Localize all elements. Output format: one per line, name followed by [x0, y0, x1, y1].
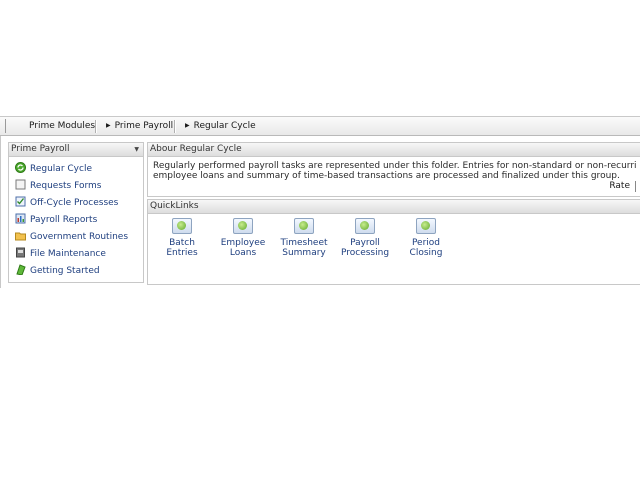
quicklinks-panel: QuickLinks Batch Entries Employee Loans …	[147, 199, 640, 285]
rate-divider	[635, 181, 636, 192]
breadcrumb-label: Prime Payroll	[114, 121, 174, 131]
quicklink-icon	[172, 218, 192, 234]
breadcrumb-prime-payroll[interactable]: ▶ Prime Payroll	[106, 117, 173, 135]
folder-icon	[15, 230, 26, 241]
about-description: Regularly performed payroll tasks are re…	[153, 161, 637, 181]
quicklink-period-closing[interactable]: Period Closing	[396, 218, 456, 258]
sidebar-item-label: Requests Forms	[30, 181, 102, 191]
sidebar-item-requests-forms[interactable]: Requests Forms	[15, 179, 101, 193]
sidebar-item-file-maintenance[interactable]: File Maintenance	[15, 247, 106, 261]
quicklink-label: Timesheet	[280, 238, 328, 248]
sidebar-item-regular-cycle[interactable]: Regular Cycle	[15, 162, 92, 176]
dropdown-arrow-icon[interactable]: ▼	[134, 143, 139, 156]
quicklink-label: Batch	[169, 238, 195, 248]
sidebar-item-label: File Maintenance	[30, 249, 106, 259]
quicklink-label: Closing	[409, 248, 443, 258]
breadcrumb-prime-modules[interactable]: Prime Modules	[29, 117, 95, 135]
report-icon	[15, 213, 26, 224]
quicklink-icon	[355, 218, 375, 234]
about-panel: Abour Regular Cycle Regularly performed …	[147, 142, 640, 197]
quicklink-employee-loans[interactable]: Employee Loans	[213, 218, 273, 258]
quicklink-label: Loans	[229, 248, 257, 258]
content-left-border	[0, 136, 1, 288]
quicklink-label: Processing	[340, 248, 390, 258]
sidebar-header[interactable]: Prime Payroll ▼	[9, 143, 143, 157]
breadcrumb-label: Regular Cycle	[193, 121, 256, 131]
green-cycle-icon	[15, 162, 26, 173]
sidebar-item-off-cycle-processes[interactable]: Off-Cycle Processes	[15, 196, 118, 210]
quicklink-batch-entries[interactable]: Batch Entries	[152, 218, 212, 258]
sidebar-item-label: Off-Cycle Processes	[30, 198, 119, 208]
sidebar-item-label: Payroll Reports	[30, 215, 98, 225]
toolbar-divider	[5, 119, 6, 133]
quicklink-label: Period	[411, 238, 441, 248]
chevron-right-icon: ▶	[185, 122, 190, 129]
quicklink-label: Payroll	[350, 238, 380, 248]
sidebar-title: Prime Payroll	[11, 144, 70, 154]
breadcrumb-toolbar: Prime Modules ▶ Prime Payroll ▶ Regular Cy…	[0, 116, 640, 136]
about-description-line: employee loans and summary of time-based…	[153, 171, 620, 181]
quicklinks-title: QuickLinks	[150, 201, 199, 211]
quicklink-icon	[416, 218, 436, 234]
quicklink-label: Entries	[166, 248, 198, 258]
sidebar-item-label: Getting Started	[30, 266, 100, 276]
quicklink-payroll-processing[interactable]: Payroll Processing	[335, 218, 395, 258]
quicklink-label: Summary	[282, 248, 326, 258]
sidebar-item-label: Regular Cycle	[30, 164, 92, 174]
breadcrumb-separator	[174, 120, 176, 133]
sidebar-item-payroll-reports[interactable]: Payroll Reports	[15, 213, 97, 227]
form-icon	[15, 179, 26, 190]
breadcrumb-separator	[95, 120, 97, 133]
quicklink-icon	[294, 218, 314, 234]
chevron-right-icon: ▶	[106, 122, 111, 129]
about-description-line: Regularly performed payroll tasks are re…	[153, 161, 637, 171]
sidebar-item-label: Government Routines	[30, 232, 129, 242]
breadcrumb-regular-cycle[interactable]: ▶ Regular Cycle	[185, 117, 256, 135]
quicklink-label: Employee	[220, 238, 266, 248]
about-header: Abour Regular Cycle	[148, 143, 640, 157]
sidebar-item-government-routines[interactable]: Government Routines	[15, 230, 128, 244]
quicklink-timesheet-summary[interactable]: Timesheet Summary	[274, 218, 334, 258]
checkbox-icon	[15, 196, 26, 207]
sidebar-item-getting-started[interactable]: Getting Started	[15, 264, 100, 278]
green-flag-icon	[15, 264, 26, 276]
file-icon	[15, 247, 26, 258]
rate-link[interactable]: Rate	[609, 181, 630, 191]
about-title: Abour Regular Cycle	[150, 144, 242, 154]
quicklink-icon	[233, 218, 253, 234]
sidebar-panel: Prime Payroll ▼ Regular Cycle Requests F…	[8, 142, 144, 283]
quicklinks-header: QuickLinks	[148, 200, 640, 214]
